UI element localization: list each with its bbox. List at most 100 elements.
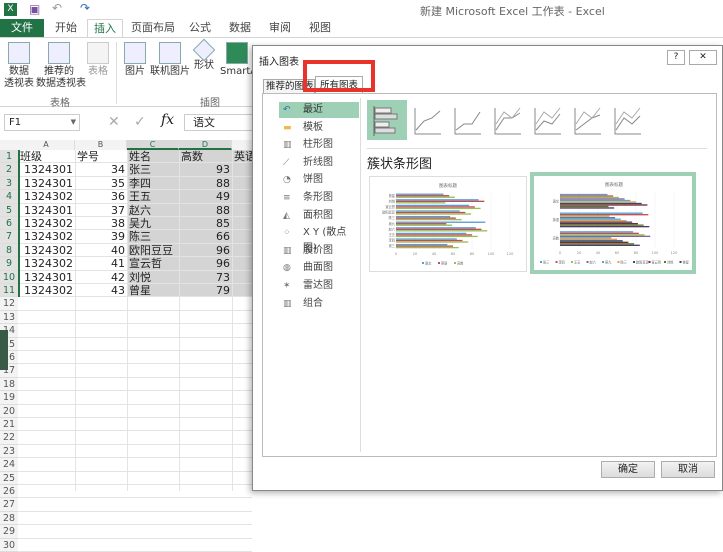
save-icon[interactable]: ▣	[29, 2, 40, 16]
tab-review[interactable]: 审阅	[262, 19, 298, 37]
chart-preview-2[interactable]: 图表标题 0 20 40 60 80 100 120 语文 英语 高数 张三 李四 王五 赵六 吴九 陈三 欧阳豆…	[530, 172, 696, 274]
chart-type-area-chart[interactable]: ◭ 面积图	[279, 208, 359, 224]
row-header[interactable]: 23	[0, 444, 18, 459]
data-cell[interactable]: 96	[181, 257, 230, 270]
row-header[interactable]: 5	[0, 203, 18, 217]
data-cell[interactable]: 79	[181, 284, 230, 297]
row-header[interactable]: 26	[0, 485, 18, 499]
chart-type-bar-chart[interactable]: ≡ 条形图	[279, 190, 359, 206]
cancel-icon[interactable]: ✕	[108, 114, 120, 130]
formula-input[interactable]: 语文	[184, 114, 260, 131]
subtype-100-line-markers-icon[interactable]	[534, 107, 561, 135]
close-button[interactable]: ✕	[689, 50, 717, 65]
header-cell[interactable]: 学号	[77, 150, 126, 163]
row-header[interactable]: 1	[0, 150, 18, 164]
data-cell[interactable]: 宣云哲	[129, 257, 177, 270]
row-header[interactable]: 6	[0, 217, 18, 231]
data-cell[interactable]: 39	[77, 230, 125, 243]
tab-home[interactable]: 开始	[46, 19, 86, 37]
data-cell[interactable]: 1324302	[20, 217, 73, 230]
chart-type-scatter-chart[interactable]: ⁘ X Y (散点图)	[279, 225, 359, 254]
row-header[interactable]: 10	[0, 270, 18, 284]
help-button[interactable]: ?	[667, 50, 685, 65]
sheet-scroll-handle[interactable]	[0, 330, 8, 370]
row-header[interactable]: 19	[0, 391, 18, 405]
data-cell[interactable]: 刘悦	[129, 271, 177, 284]
data-cell[interactable]: 38	[77, 217, 125, 230]
data-cell[interactable]: 1324301	[20, 163, 73, 176]
data-cell[interactable]: 96	[181, 244, 230, 257]
undo-icon[interactable]: ↶	[52, 1, 62, 15]
data-cell[interactable]: 36	[77, 190, 125, 203]
data-cell[interactable]: 1324302	[20, 257, 73, 270]
data-cell[interactable]: 66	[181, 230, 230, 243]
row-header[interactable]: 24	[0, 458, 18, 472]
shapes-button[interactable]: 形状	[191, 38, 217, 72]
data-cell[interactable]: 1324301	[20, 204, 73, 217]
row-header[interactable]: 28	[0, 511, 18, 526]
data-cell[interactable]: 43	[77, 284, 125, 297]
chevron-down-icon[interactable]: ▼	[71, 115, 76, 130]
chart-type-line-chart[interactable]: ⟋ 折线图	[279, 155, 359, 171]
data-cell[interactable]: 88	[181, 204, 230, 217]
chart-type-column-chart[interactable]: ▥ 柱形图	[279, 137, 359, 153]
row-header[interactable]: 7	[0, 230, 18, 244]
data-cell[interactable]: 张三	[129, 163, 177, 176]
tab-file[interactable]: 文件	[0, 19, 44, 37]
picture-button[interactable]: 图片	[122, 42, 148, 78]
chart-type-combo-chart[interactable]: ▥ 组合	[279, 296, 359, 312]
tab-page-layout[interactable]: 页面布局	[128, 19, 178, 37]
chart-type-radar-chart[interactable]: ✶ 雷达图	[279, 278, 359, 294]
data-cell[interactable]: 35	[77, 177, 125, 190]
chart-type-recent[interactable]: ↶ 最近	[279, 102, 359, 118]
data-cell[interactable]: 1324302	[20, 284, 73, 297]
subtype-stacked-line-icon[interactable]	[614, 107, 641, 135]
data-cell[interactable]: 1324302	[20, 190, 73, 203]
data-cell[interactable]: 陈三	[129, 230, 177, 243]
function-icon[interactable]: fx	[161, 112, 174, 128]
data-cell[interactable]: 34	[77, 163, 125, 176]
header-cell[interactable]: 姓名	[129, 150, 178, 163]
data-cell[interactable]: 93	[181, 163, 230, 176]
chart-type-stock-chart[interactable]: ▥ 股价图	[279, 243, 359, 259]
column-header[interactable]: B	[75, 140, 127, 150]
cancel-button[interactable]: 取消	[661, 461, 715, 478]
data-cell[interactable]: 85	[181, 217, 230, 230]
data-cell[interactable]: 1324301	[20, 177, 73, 190]
tab-data[interactable]: 数据	[222, 19, 258, 37]
chart-type-pie-chart[interactable]: ◔ 饼图	[279, 172, 359, 188]
table-button[interactable]: 表格	[84, 42, 112, 78]
row-header[interactable]: 9	[0, 257, 18, 271]
row-header[interactable]: 29	[0, 525, 18, 539]
data-cell[interactable]: 1324301	[20, 271, 73, 284]
smartart-button[interactable]: SmartA	[220, 42, 254, 78]
data-cell[interactable]: 王五	[129, 190, 177, 203]
row-header[interactable]: 3	[0, 176, 18, 191]
data-cell[interactable]: 42	[77, 271, 125, 284]
data-cell[interactable]: 88	[181, 177, 230, 190]
row-header[interactable]: 25	[0, 471, 18, 485]
row-header[interactable]: 8	[0, 243, 18, 258]
subtype-line-markers-icon[interactable]	[454, 108, 481, 135]
header-cell[interactable]: 班级	[20, 150, 74, 163]
header-cell[interactable]: 高数	[181, 150, 231, 163]
column-header[interactable]: A	[18, 140, 75, 150]
name-box[interactable]: F1 ▼	[4, 114, 80, 131]
data-cell[interactable]: 41	[77, 257, 125, 270]
tab-formulas[interactable]: 公式	[182, 19, 218, 37]
chart-type-folder[interactable]: ▬ 模板	[279, 120, 359, 136]
column-header[interactable]: C	[127, 140, 179, 150]
row-header[interactable]: 11	[0, 284, 18, 298]
data-cell[interactable]: 吴九	[129, 217, 177, 230]
recommended-pivot-button[interactable]: 推荐的 数据透视表	[36, 42, 86, 90]
column-header[interactable]: D	[179, 140, 232, 150]
row-header[interactable]: 4	[0, 190, 18, 204]
row-header[interactable]: 13	[0, 310, 18, 325]
row-header[interactable]: 2	[0, 163, 18, 177]
data-cell[interactable]: 1324302	[20, 230, 73, 243]
enter-icon[interactable]: ✓	[134, 114, 146, 130]
subtype-line-icon[interactable]	[574, 107, 601, 135]
chart-preview-1[interactable]: 图表标题 0 20 40 60 80 100 120 曾星 刘悦 宣云哲 欧阳豆豆 陈三 吴九 赵六 王五 李四…	[369, 176, 527, 272]
data-cell[interactable]: 1324302	[20, 244, 73, 257]
subtype-clustered-bar-icon[interactable]	[367, 100, 407, 140]
